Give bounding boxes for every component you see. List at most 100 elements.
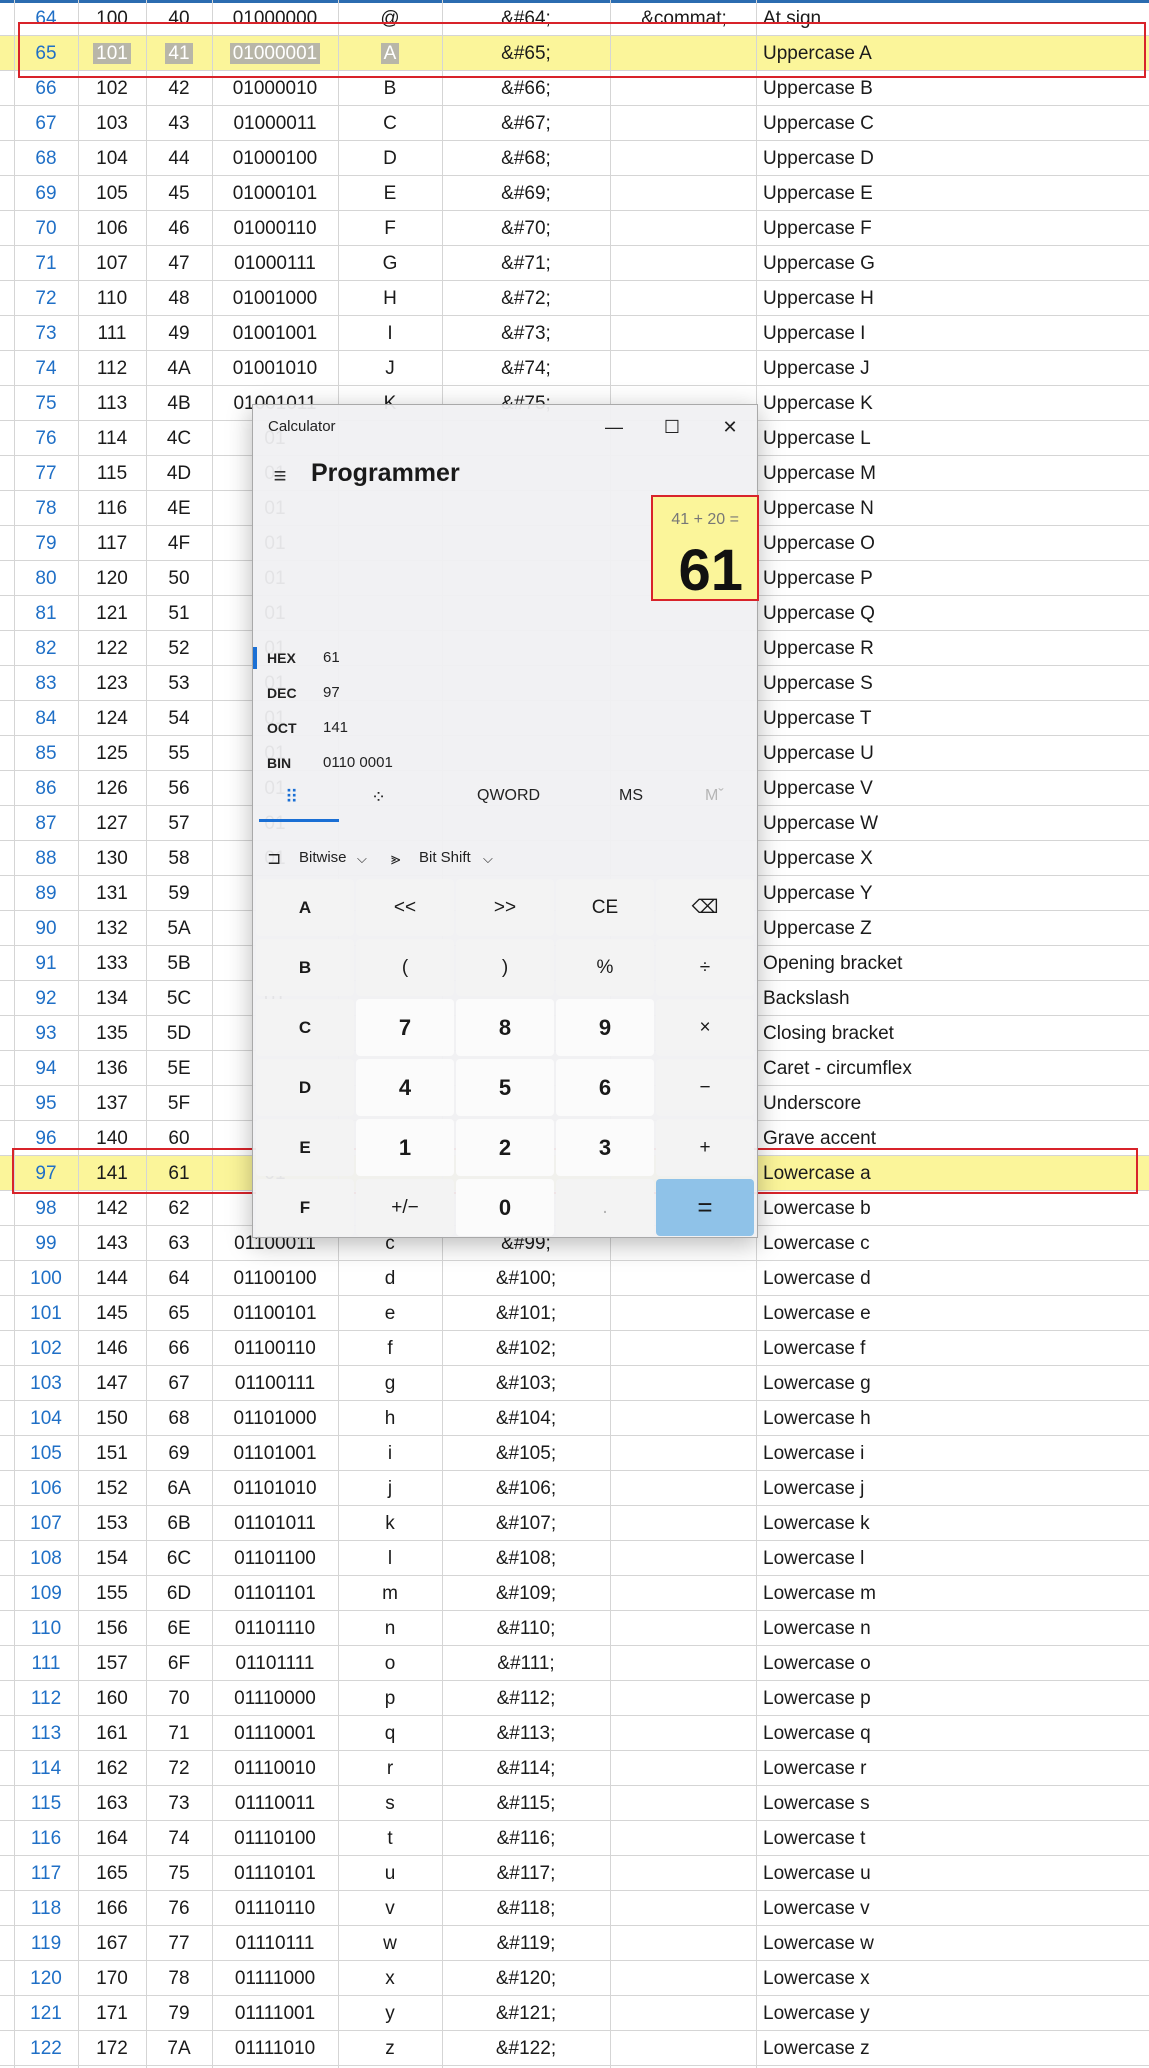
cell-dec[interactable]: 69 [14, 176, 78, 211]
cell-dec[interactable]: 90 [14, 911, 78, 946]
bit-shift-dropdown[interactable]: Bit Shift [419, 849, 471, 866]
cell-dec[interactable]: 66 [14, 71, 78, 106]
cell-dec[interactable]: 109 [14, 1576, 78, 1611]
cell-dec[interactable]: 95 [14, 1086, 78, 1121]
cell-dec[interactable]: 101 [14, 1296, 78, 1331]
right-shift-button[interactable]: >> [456, 879, 554, 936]
cell-dec[interactable]: 74 [14, 351, 78, 386]
digit-5-button[interactable]: 5 [456, 1059, 554, 1116]
radix-oct[interactable]: OCT 141 [253, 711, 759, 745]
open-paren-button[interactable]: ( [356, 939, 454, 996]
cell-dec[interactable]: 117 [14, 1856, 78, 1891]
digit-9-button[interactable]: 9 [556, 999, 654, 1056]
radix-bin[interactable]: BIN 0110 0001 [253, 746, 759, 780]
cell-dec[interactable]: 96 [14, 1121, 78, 1156]
divide-button[interactable]: ÷ [656, 939, 754, 996]
digit-4-button[interactable]: 4 [356, 1059, 454, 1116]
cell-dec[interactable]: 103 [14, 1366, 78, 1401]
cell-dec[interactable]: 119 [14, 1926, 78, 1961]
modulo-button[interactable]: % [556, 939, 654, 996]
digit-6-button[interactable]: 6 [556, 1059, 654, 1116]
key-e[interactable]: E [256, 1119, 354, 1176]
cell-dec[interactable]: 99 [14, 1226, 78, 1261]
digit-7-button[interactable]: 7 [356, 999, 454, 1056]
word-size-button[interactable]: QWORD [477, 787, 540, 805]
cell-dec[interactable]: 105 [14, 1436, 78, 1471]
cell-dec[interactable]: 93 [14, 1016, 78, 1051]
hamburger-menu-icon[interactable]: ≡ [265, 461, 295, 491]
cell-dec[interactable]: 81 [14, 596, 78, 631]
title-bar[interactable]: Calculator — ☐ ✕ [253, 405, 759, 449]
cell-dec[interactable]: 80 [14, 561, 78, 596]
multiply-button[interactable]: × [656, 999, 754, 1056]
calculator-window[interactable]: Calculator — ☐ ✕ ≡ Programmer 41 + 20 = … [252, 404, 759, 1238]
cell-dec[interactable]: 112 [14, 1681, 78, 1716]
cell-dec[interactable]: 111 [14, 1646, 78, 1681]
radix-dec[interactable]: DEC 97 [253, 676, 759, 710]
cell-dec[interactable]: 88 [14, 841, 78, 876]
cell-dec[interactable]: 78 [14, 491, 78, 526]
cell-dec[interactable]: 72 [14, 281, 78, 316]
full-keypad-icon[interactable]: ⠿ [285, 787, 298, 808]
cell-dec[interactable]: 102 [14, 1331, 78, 1366]
cell-dec[interactable]: 106 [14, 1471, 78, 1506]
cell-dec[interactable]: 79 [14, 526, 78, 561]
cell-dec[interactable]: 97 [14, 1156, 78, 1191]
cell-dec[interactable]: 120 [14, 1961, 78, 1996]
close-button[interactable]: ✕ [715, 413, 745, 441]
bitwise-dropdown[interactable]: Bitwise [299, 849, 347, 866]
cell-dec[interactable]: 89 [14, 876, 78, 911]
cell-dec[interactable]: 92 [14, 981, 78, 1016]
close-paren-button[interactable]: ) [456, 939, 554, 996]
cell-dec[interactable]: 65 [14, 36, 78, 71]
cell-dec[interactable]: 82 [14, 631, 78, 666]
memory-store-button[interactable]: MS [619, 787, 643, 805]
cell-dec[interactable]: 64 [14, 1, 78, 36]
cell-dec[interactable]: 121 [14, 1996, 78, 2031]
cell-dec[interactable]: 91 [14, 946, 78, 981]
cell-dec[interactable]: 67 [14, 106, 78, 141]
cell-dec[interactable]: 71 [14, 246, 78, 281]
cell-dec[interactable]: 85 [14, 736, 78, 771]
clear-entry-button[interactable]: CE [556, 879, 654, 936]
digit-1-button[interactable]: 1 [356, 1119, 454, 1176]
digit-2-button[interactable]: 2 [456, 1119, 554, 1176]
cell-dec[interactable]: 94 [14, 1051, 78, 1086]
cell-dec[interactable]: 108 [14, 1541, 78, 1576]
cell-dec[interactable]: 100 [14, 1261, 78, 1296]
key-d[interactable]: D [256, 1059, 354, 1116]
memory-recall-button[interactable]: Mˇ [705, 787, 724, 805]
minimize-button[interactable]: — [599, 413, 629, 441]
key-a[interactable]: A [256, 879, 354, 936]
cell-dec[interactable]: 104 [14, 1401, 78, 1436]
cell-dec[interactable]: 115 [14, 1786, 78, 1821]
negate-button[interactable]: +/− [356, 1179, 454, 1236]
cell-dec[interactable]: 76 [14, 421, 78, 456]
key-b[interactable]: B [256, 939, 354, 996]
cell-dec[interactable]: 113 [14, 1716, 78, 1751]
left-shift-button[interactable]: << [356, 879, 454, 936]
cell-dec[interactable]: 68 [14, 141, 78, 176]
key-f[interactable]: F [256, 1179, 354, 1236]
subtract-button[interactable]: − [656, 1059, 754, 1116]
cell-dec[interactable]: 98 [14, 1191, 78, 1226]
add-button[interactable]: + [656, 1119, 754, 1176]
bit-toggle-keypad-icon[interactable]: ⁘ [371, 787, 386, 808]
cell-dec[interactable]: 73 [14, 316, 78, 351]
cell-dec[interactable]: 70 [14, 211, 78, 246]
backspace-button[interactable]: ⌫ [656, 879, 754, 936]
digit-0-button[interactable]: 0 [456, 1179, 554, 1236]
decimal-button[interactable]: . [556, 1179, 654, 1236]
cell-dec[interactable]: 118 [14, 1891, 78, 1926]
cell-dec[interactable]: 122 [14, 2031, 78, 2066]
digit-8-button[interactable]: 8 [456, 999, 554, 1056]
cell-dec[interactable]: 77 [14, 456, 78, 491]
cell-dec[interactable]: 107 [14, 1506, 78, 1541]
cell-dec[interactable]: 87 [14, 806, 78, 841]
cell-dec[interactable]: 83 [14, 666, 78, 701]
cell-dec[interactable]: 110 [14, 1611, 78, 1646]
equals-button[interactable]: = [656, 1179, 754, 1236]
digit-3-button[interactable]: 3 [556, 1119, 654, 1176]
cell-dec[interactable]: 84 [14, 701, 78, 736]
maximize-button[interactable]: ☐ [657, 413, 687, 441]
